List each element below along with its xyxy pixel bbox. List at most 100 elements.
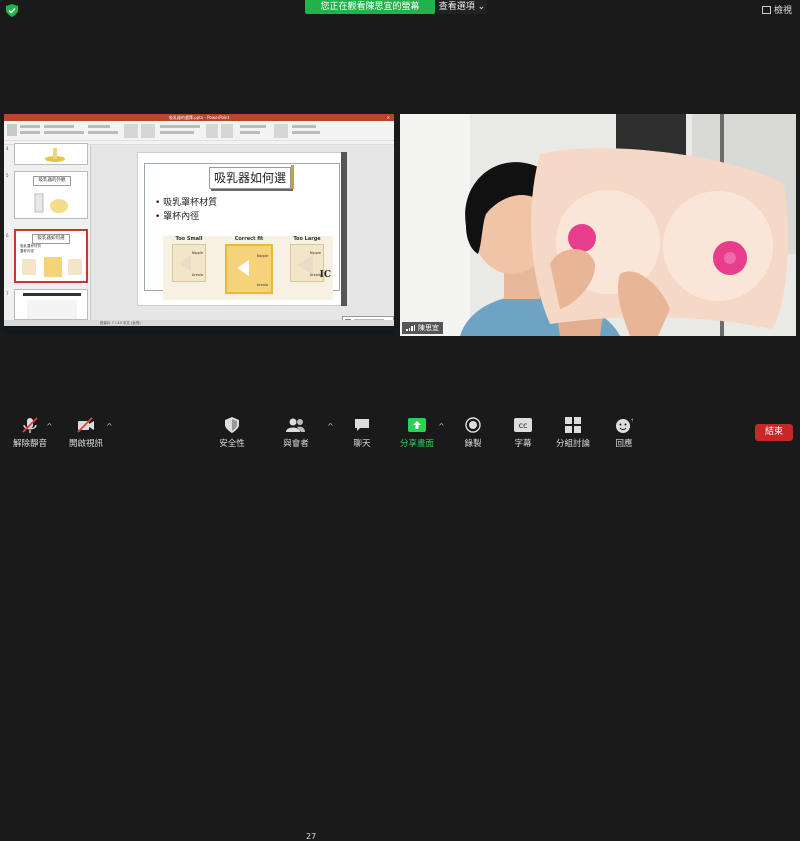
slide-thumbnails[interactable]: 4 5 吸乳器的外觀 6 吸乳器如何選 吸乳罩杯材質 罩杯內徑 7 bbox=[4, 143, 91, 320]
emoji-plus-icon: + bbox=[600, 416, 648, 434]
thumb-title: 吸乳器如何選 bbox=[32, 234, 70, 244]
record-label: 錄製 bbox=[464, 439, 482, 449]
taskbar-icons bbox=[4, 333, 394, 334]
thumb-bullet: 罩杯內徑 bbox=[20, 249, 34, 253]
unmute-button[interactable]: 解除靜音 bbox=[6, 416, 54, 449]
reactions-button[interactable]: + 回應 bbox=[600, 416, 648, 449]
thumb-number: 4 bbox=[6, 146, 9, 151]
nipple-label: Nipple bbox=[191, 251, 203, 255]
fit-label: Too Small bbox=[175, 236, 203, 242]
reactions-label: 回應 bbox=[615, 439, 633, 449]
security-label: 安全性 bbox=[219, 439, 245, 449]
ppt-window-title: 吸乳器的選擇.pptx - PowerPoint bbox=[168, 115, 230, 120]
fit-label: Too Large bbox=[293, 236, 321, 242]
share-screen-icon bbox=[393, 416, 441, 434]
participant-name: 陳思宜 bbox=[418, 324, 439, 332]
view-button-label: 檢視 bbox=[773, 6, 792, 16]
chevron-down-icon: ⌄ bbox=[477, 2, 486, 12]
slide-scrollbar[interactable] bbox=[341, 152, 347, 306]
ibclc-logo: IC bbox=[319, 270, 331, 280]
ppt-title-bar: 吸乳器的選擇.pptx - PowerPoint ✕ bbox=[4, 114, 394, 121]
view-options-label: 查看選項 bbox=[438, 2, 475, 12]
unmute-label: 解除靜音 bbox=[12, 439, 47, 449]
areola-label: Areola bbox=[256, 283, 268, 287]
thumb-slide-7[interactable] bbox=[14, 289, 88, 320]
encryption-shield-icon[interactable] bbox=[6, 4, 18, 17]
windows-taskbar[interactable] bbox=[4, 326, 394, 334]
svg-text:+: + bbox=[631, 417, 634, 424]
nipple-shape-icon bbox=[237, 260, 249, 276]
video-frame bbox=[400, 114, 796, 336]
chat-bubble-icon bbox=[338, 416, 386, 434]
video-options-caret-icon[interactable]: ^ bbox=[106, 422, 113, 431]
participants-caret-icon[interactable]: ^ bbox=[327, 422, 334, 431]
thumb-number: 7 bbox=[6, 291, 9, 296]
audio-options-caret-icon[interactable]: ^ bbox=[46, 422, 53, 431]
thumb-slide-5[interactable]: 吸乳器的外觀 bbox=[14, 171, 88, 219]
fit-label: Correct fit bbox=[234, 236, 264, 242]
connection-signal-icon bbox=[406, 325, 415, 331]
participant-name-tag: 陳思宜 bbox=[402, 322, 443, 334]
chat-label: 聊天 bbox=[353, 439, 371, 449]
ppt-body: 4 5 吸乳器的外觀 6 吸乳器如何選 吸乳罩杯材質 罩杯內徑 7 吸乳器如何選… bbox=[4, 143, 394, 320]
captions-label: 字幕 bbox=[514, 439, 532, 449]
fit-illustration: Nipple Areola bbox=[172, 244, 206, 282]
slide-title: 吸乳器如何選 bbox=[209, 165, 294, 189]
window-close-icon[interactable]: ✕ bbox=[387, 114, 390, 121]
current-slide[interactable]: 吸乳器如何選 吸乳罩杯材質 罩杯內徑 Too Small Nipple Areo… bbox=[137, 152, 345, 306]
breakout-rooms-label: 分組討論 bbox=[555, 439, 590, 449]
record-button[interactable]: 錄製 bbox=[449, 416, 497, 449]
view-button[interactable]: 檢視 bbox=[761, 3, 792, 16]
security-button[interactable]: 安全性 bbox=[208, 416, 256, 449]
slide-bullet: 吸乳罩杯材質 bbox=[155, 196, 217, 210]
slide-bullets: 吸乳罩杯材質 罩杯內徑 bbox=[155, 196, 217, 224]
ppt-ribbon[interactable] bbox=[4, 121, 394, 145]
thumb-title: 吸乳器的外觀 bbox=[33, 176, 71, 186]
participants-icon bbox=[272, 416, 320, 434]
slide-bullet: 罩杯內徑 bbox=[155, 210, 217, 224]
fit-too-small: Too Small Nipple Areola bbox=[167, 236, 211, 282]
participant-video[interactable]: 陳思宜 bbox=[400, 114, 796, 336]
security-shield-icon bbox=[208, 416, 256, 434]
view-options-button[interactable]: 查看選項 ⌄ bbox=[437, 0, 487, 14]
thumb-bullets: 吸乳罩杯材質 罩杯內徑 bbox=[20, 244, 41, 254]
svg-text:cc: cc bbox=[519, 421, 528, 430]
pump-image-icon bbox=[45, 148, 65, 162]
meeting-toolbar: 解除靜音 ^ 開啟視訊 ^ 安全性 與會者 27 ^ 聊天 分享畫面 ^ 錄製 … bbox=[0, 410, 800, 841]
breakout-rooms-button[interactable]: 分組討論 bbox=[549, 416, 597, 449]
share-banner: 您正在觀看陳思宜的螢幕 bbox=[305, 0, 435, 14]
chat-button[interactable]: 聊天 bbox=[338, 416, 386, 449]
start-video-label: 開啟視訊 bbox=[68, 439, 103, 449]
record-icon bbox=[449, 416, 497, 434]
fit-illustration: Nipple Areola bbox=[225, 244, 273, 294]
top-bar: 您正在觀看陳思宜的螢幕 查看選項 ⌄ 檢視 bbox=[0, 0, 800, 22]
share-screen-button[interactable]: 分享畫面 bbox=[393, 416, 441, 449]
end-meeting-button[interactable]: 結束 bbox=[755, 424, 793, 441]
slide-frame: 吸乳器如何選 吸乳罩杯材質 罩杯內徑 Too Small Nipple Areo… bbox=[144, 163, 340, 300]
ribbon-icons bbox=[4, 124, 394, 141]
captions-button[interactable]: cc 字幕 bbox=[499, 416, 547, 449]
thumb-number: 5 bbox=[6, 173, 9, 178]
shared-screen[interactable]: 吸乳器的選擇.pptx - PowerPoint ✕ 4 5 吸乳器的外觀 6 … bbox=[4, 114, 394, 334]
thumb-slide-6[interactable]: 吸乳器如何選 吸乳罩杯材質 罩杯內徑 bbox=[14, 229, 88, 283]
breakout-grid-icon bbox=[549, 416, 597, 434]
gallery-view-icon bbox=[761, 5, 771, 14]
start-video-button[interactable]: 開啟視訊 bbox=[62, 416, 110, 449]
nipple-shape-icon bbox=[297, 255, 313, 275]
nipple-shape-icon bbox=[179, 255, 191, 271]
participants-label: 與會者 bbox=[283, 439, 309, 449]
nipple-label: Nipple bbox=[256, 254, 268, 258]
nipple-label: Nipple bbox=[309, 251, 321, 255]
areola-label: Areola bbox=[191, 273, 203, 277]
slide-image-icon bbox=[23, 293, 81, 319]
flange-fit-diagram: Too Small Nipple Areola Correct fit Nipp… bbox=[163, 236, 333, 300]
share-options-caret-icon[interactable]: ^ bbox=[438, 422, 445, 431]
thumb-slide-4[interactable] bbox=[14, 143, 88, 165]
share-screen-label: 分享畫面 bbox=[399, 439, 434, 449]
participants-count: 27 bbox=[306, 832, 317, 841]
participants-button[interactable]: 與會者 bbox=[272, 416, 320, 449]
cc-icon: cc bbox=[499, 416, 547, 434]
fit-correct: Correct fit Nipple Areola bbox=[223, 236, 275, 294]
thumb-number: 6 bbox=[6, 233, 9, 238]
camera-off-icon bbox=[62, 416, 110, 434]
